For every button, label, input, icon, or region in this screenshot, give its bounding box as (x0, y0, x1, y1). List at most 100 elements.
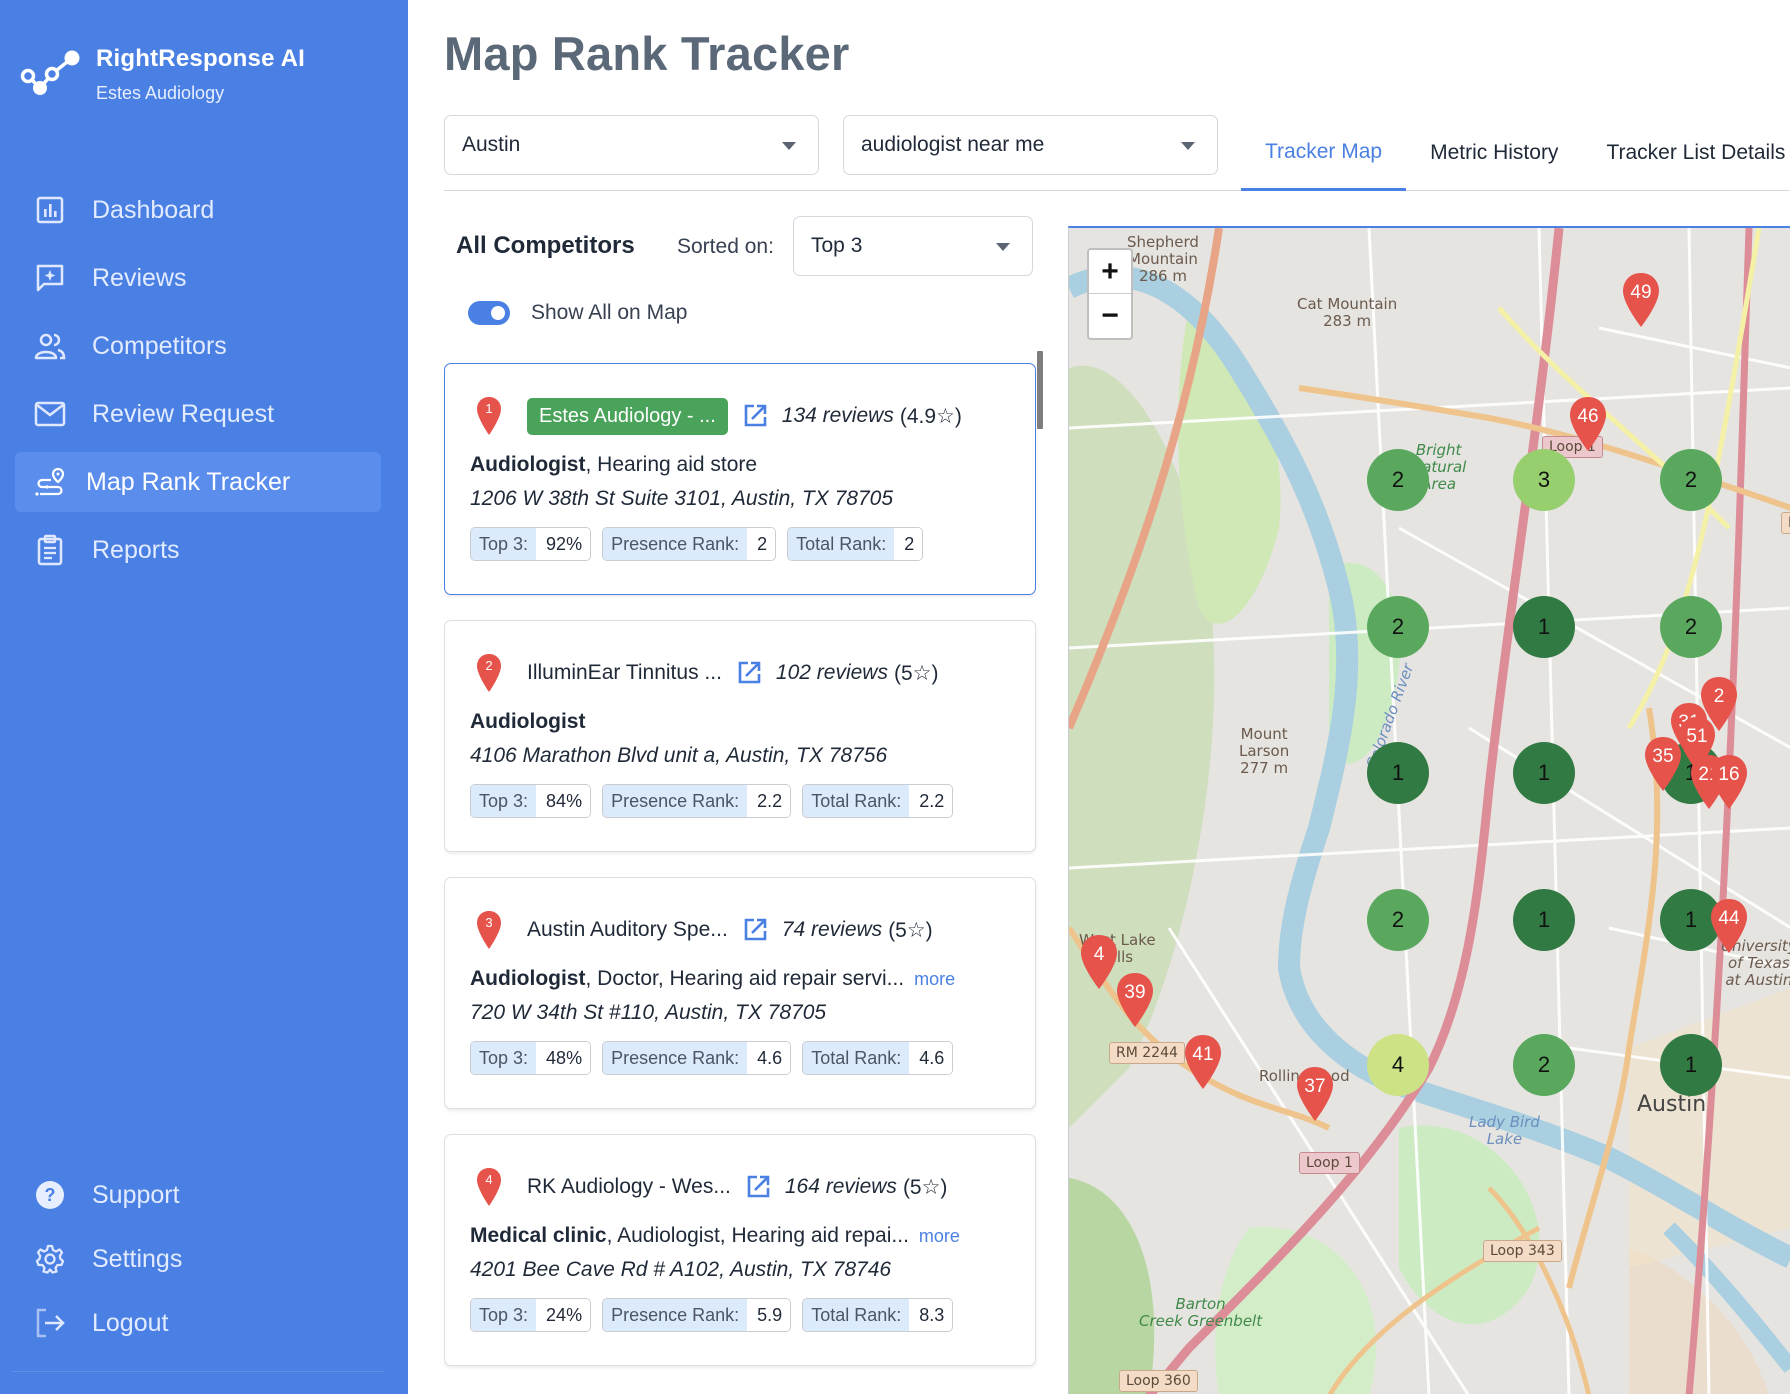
competitor-map-pin[interactable]: 41 (1183, 1034, 1223, 1090)
pin-rank: 2 (485, 658, 493, 673)
total-rank-metric: Total Rank: 2.2 (802, 784, 954, 818)
sidebar-item-label: Support (92, 1180, 180, 1209)
sidebar-item-competitors[interactable]: Competitors (15, 316, 381, 376)
sidebar-item-label: Reports (92, 535, 180, 564)
keyword-select[interactable]: audiologist near me (843, 115, 1218, 175)
sort-select[interactable]: Top 3 (793, 216, 1033, 276)
business-name: Austin Auditory Spe... (527, 918, 728, 941)
competitor-map-pin[interactable]: 44 (1709, 898, 1749, 954)
grid-rank-marker[interactable]: 2 (1660, 449, 1722, 511)
sidebar-item-review-request[interactable]: Review Request (15, 384, 381, 444)
competitor-card[interactable]: 2 IlluminEar Tinnitus ... 102 reviews (5… (444, 620, 1036, 852)
metric-label: Top 3: (471, 1299, 537, 1331)
competitor-map-pin[interactable]: 4 (1079, 934, 1119, 990)
grid-rank-marker[interactable]: 1 (1367, 742, 1429, 804)
list-scrollbar[interactable] (1037, 351, 1043, 429)
sidebar-item-logout[interactable]: Logout (15, 1293, 381, 1353)
grid-rank-marker[interactable]: 2 (1660, 596, 1722, 658)
pin-label: 46 (1577, 406, 1599, 427)
tab-metric-history[interactable]: Metric History (1406, 115, 1582, 191)
map-pin-icon: 2 (475, 653, 503, 693)
top3-metric: Top 3: 48% (470, 1041, 592, 1075)
show-all-toggle[interactable] (468, 301, 510, 325)
tab-tracker-list-details[interactable]: Tracker List Details (1582, 115, 1790, 191)
map-pin-icon: 4 (475, 1167, 503, 1207)
grid-rank-marker[interactable]: 1 (1513, 742, 1575, 804)
sidebar-item-label: Dashboard (92, 195, 215, 224)
competitor-map-pin[interactable]: 37 (1295, 1066, 1335, 1122)
external-link-icon[interactable] (742, 403, 768, 429)
competitor-map-pin[interactable]: 16 (1709, 754, 1749, 810)
competitor-list[interactable]: 1 Estes Audiology - ... 134 reviews (4.9… (444, 351, 1049, 1394)
sidebar-item-label: Map Rank Tracker (86, 467, 291, 496)
more-link[interactable]: more (919, 1226, 960, 1246)
external-link-icon[interactable] (736, 660, 762, 686)
brand-subtitle: Estes Audiology (96, 82, 225, 103)
pin-label: 49 (1630, 282, 1652, 303)
grid-rank-marker[interactable]: 3 (1513, 449, 1575, 511)
competitor-card[interactable]: 4 RK Audiology - Wes... 164 reviews (5☆)… (444, 1134, 1036, 1366)
tracker-map[interactable]: Shepherd Mountain 286 m Cat Mountain 283… (1068, 226, 1790, 1394)
business-name: IlluminEar Tinnitus ... (527, 661, 722, 684)
sidebar-item-reviews[interactable]: Reviews (15, 248, 381, 308)
categories: Audiologist (470, 710, 585, 734)
chat-sparkle-icon (34, 262, 66, 294)
sidebar-item-reports[interactable]: Reports (15, 520, 381, 580)
grid-rank-marker[interactable]: 2 (1513, 1034, 1575, 1096)
place-label: Mount Larson 277 m (1239, 725, 1290, 777)
sidebar-item-map-rank-tracker[interactable]: Map Rank Tracker (15, 452, 381, 512)
competitor-map-pin[interactable]: 46 (1568, 396, 1608, 452)
grid-rank-marker[interactable]: 2 (1367, 449, 1429, 511)
zoom-in-button[interactable]: + (1089, 250, 1131, 294)
presence-rank-metric: Presence Rank: 4.6 (602, 1041, 792, 1075)
competitor-map-pin[interactable]: 39 (1115, 972, 1155, 1028)
divider (444, 190, 1244, 191)
competitor-card[interactable]: 1 Estes Audiology - ... 134 reviews (4.9… (444, 363, 1036, 595)
primary-category: Audiologist (470, 710, 586, 733)
total-rank-metric: Total Rank: 8.3 (802, 1298, 954, 1332)
metric-label: Total Rank: (803, 785, 910, 817)
metric-label: Top 3: (471, 1042, 537, 1074)
more-link[interactable]: more (914, 969, 955, 989)
map-pin-icon: 3 (475, 910, 503, 950)
metric-label: Total Rank: (803, 1299, 910, 1331)
place-label: Lady Bird Lake (1469, 1113, 1540, 1148)
metric-label: Total Rank: (803, 1042, 910, 1074)
review-count: 74 reviews (781, 918, 883, 941)
other-categories: , Audiologist, Hearing aid repai... (606, 1224, 909, 1247)
metric-value: 8.3 (909, 1299, 953, 1331)
competitor-map-pin[interactable]: 35 (1643, 736, 1683, 792)
review-count: 102 reviews (775, 661, 888, 684)
city-select-value: Austin (462, 133, 521, 156)
place-label: Austin (1637, 1092, 1707, 1117)
metrics: Top 3: 48% Presence Rank: 4.6 Total Rank: 4… (470, 1041, 964, 1075)
external-link-icon[interactable] (742, 917, 768, 943)
grid-rank-marker[interactable]: 1 (1513, 596, 1575, 658)
sidebar-item-settings[interactable]: Settings (15, 1229, 381, 1289)
sidebar-item-dashboard[interactable]: Dashboard (15, 180, 381, 240)
metric-value: 48% (536, 1042, 591, 1074)
presence-rank-metric: Presence Rank: 2.2 (602, 784, 792, 818)
external-link-icon[interactable] (745, 1174, 771, 1200)
grid-rank-marker[interactable]: 2 (1367, 596, 1429, 658)
pin-label: 37 (1304, 1076, 1326, 1097)
sidebar-item-label: Logout (92, 1308, 169, 1337)
pin-label: 41 (1192, 1044, 1214, 1065)
grid-rank-marker[interactable]: 1 (1660, 1034, 1722, 1096)
grid-rank-marker[interactable]: 2 (1367, 889, 1429, 951)
page-title: Map Rank Tracker (444, 27, 850, 80)
users-icon (34, 330, 66, 362)
rating: (4.9☆) (899, 404, 962, 428)
grid-rank-marker[interactable]: 1 (1513, 889, 1575, 951)
grid-rank-marker[interactable]: 4 (1367, 1034, 1429, 1096)
brand[interactable]: RightResponse AI Estes Audiology (16, 44, 305, 104)
competitor-card[interactable]: 3 Austin Auditory Spe... 74 reviews (5☆)… (444, 877, 1036, 1109)
top3-metric: Top 3: 84% (470, 784, 592, 818)
city-select[interactable]: Austin (444, 115, 819, 175)
pin-label: 39 (1124, 982, 1146, 1003)
tab-tracker-map[interactable]: Tracker Map (1241, 115, 1407, 191)
metric-value: 2 (747, 528, 776, 560)
sidebar-item-support[interactable]: ? Support (15, 1165, 381, 1225)
zoom-out-button[interactable]: − (1089, 294, 1131, 338)
competitor-map-pin[interactable]: 49 (1621, 272, 1661, 328)
